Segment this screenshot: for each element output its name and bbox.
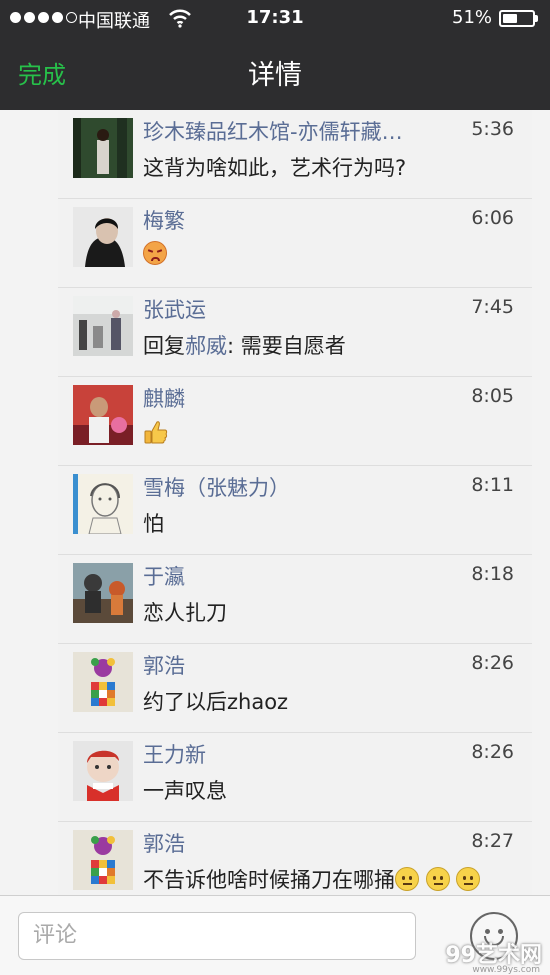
comment-input-bar: 评论 99艺术网 www.99ys.com <box>0 895 550 975</box>
comment-item[interactable]: 张武运 7:45 回复郝威: 需要自愿者 <box>58 288 532 377</box>
commenter-name[interactable]: 雪梅（张魅力） <box>143 472 463 502</box>
comment-time: 6:06 <box>471 207 514 229</box>
status-bar: 中国联通 17:31 51% <box>0 0 550 36</box>
commenter-name[interactable]: 珍木臻品红木馆-亦儒轩藏… <box>143 116 463 146</box>
comment-item[interactable]: 郭浩 8:26 约了以后zhaoz <box>58 644 532 733</box>
comment-text: : 需要自愿者 <box>227 334 346 358</box>
battery-percentage: 51% <box>452 7 493 28</box>
comment-time: 7:45 <box>471 296 514 318</box>
commenter-name[interactable]: 张武运 <box>143 294 463 324</box>
reply-to-name[interactable]: 郝威 <box>185 334 227 358</box>
watermark-url: www.99ys.com <box>472 965 540 975</box>
reply-prefix: 回复 <box>143 334 185 358</box>
commenter-name[interactable]: 于瀛 <box>143 561 463 591</box>
comment-body: 不告诉他啥时候捅刀在哪捅 <box>143 864 481 894</box>
avatar[interactable] <box>73 830 133 890</box>
avatar[interactable] <box>73 296 133 356</box>
avatar[interactable] <box>73 652 133 712</box>
avatar[interactable] <box>73 563 133 623</box>
avatar[interactable] <box>73 118 133 178</box>
avatar[interactable] <box>73 385 133 445</box>
avatar[interactable] <box>73 741 133 801</box>
angry-face-icon <box>143 241 167 265</box>
comment-item[interactable]: 于瀛 8:18 恋人扎刀 <box>58 555 532 644</box>
comment-item[interactable]: 王力新 8:26 一声叹息 <box>58 733 532 822</box>
grimace-emoji-icon <box>395 867 419 891</box>
dizzy-face-emoji-icon <box>425 867 450 891</box>
avatar[interactable] <box>73 207 133 267</box>
comment-input[interactable]: 评论 <box>18 912 416 960</box>
comment-body <box>143 419 169 445</box>
comment-text: 不告诉他啥时候捅刀在哪捅 <box>143 868 395 892</box>
comment-item[interactable]: 雪梅（张魅力） 8:11 怕 <box>58 466 532 555</box>
commenter-name[interactable]: 王力新 <box>143 739 463 769</box>
battery-tip <box>535 15 538 22</box>
comment-text: 一声叹息 <box>143 779 227 803</box>
comment-time: 8:11 <box>471 474 514 496</box>
comment-time: 8:26 <box>471 652 514 674</box>
comment-body <box>143 241 167 266</box>
commenter-name[interactable]: 郭浩 <box>143 828 463 858</box>
comment-item[interactable]: 梅繁 6:06 <box>58 199 532 288</box>
comment-text: 约了以后zhaoz <box>143 690 289 714</box>
comment-time: 8:26 <box>471 741 514 763</box>
battery-icon <box>499 10 535 27</box>
comment-item[interactable]: 郭浩 8:27 不告诉他啥时候捅刀在哪捅 <box>58 822 532 895</box>
thumbs-up-icon <box>144 421 168 444</box>
comment-body: 回复郝威: 需要自愿者 <box>143 330 346 360</box>
commenter-name[interactable]: 梅繁 <box>143 205 463 235</box>
comment-text: 这背为啥如此，艺术行为吗? <box>143 156 407 180</box>
comment-time: 8:18 <box>471 563 514 585</box>
comment-text: 恋人扎刀 <box>143 601 227 625</box>
top-bar: 中国联通 17:31 51% 完成 详情 <box>0 0 550 110</box>
comment-text: 怕 <box>143 512 164 536</box>
comment-list[interactable]: 珍木臻品红木馆-亦儒轩藏… 5:36 这背为啥如此，艺术行为吗? 梅繁 6:06… <box>0 110 550 895</box>
page-title: 详情 <box>248 60 302 91</box>
comment-time: 8:05 <box>471 385 514 407</box>
comment-time: 5:36 <box>471 118 514 140</box>
comment-item[interactable]: 麒麟 8:05 <box>58 377 532 466</box>
tired-face-emoji-icon <box>456 867 481 891</box>
comment-item[interactable]: 珍木臻品红木馆-亦儒轩藏… 5:36 这背为啥如此，艺术行为吗? <box>58 110 532 199</box>
commenter-name[interactable]: 郭浩 <box>143 650 463 680</box>
avatar[interactable] <box>73 474 133 534</box>
commenter-name[interactable]: 麒麟 <box>143 383 463 413</box>
comment-time: 8:27 <box>471 830 514 852</box>
